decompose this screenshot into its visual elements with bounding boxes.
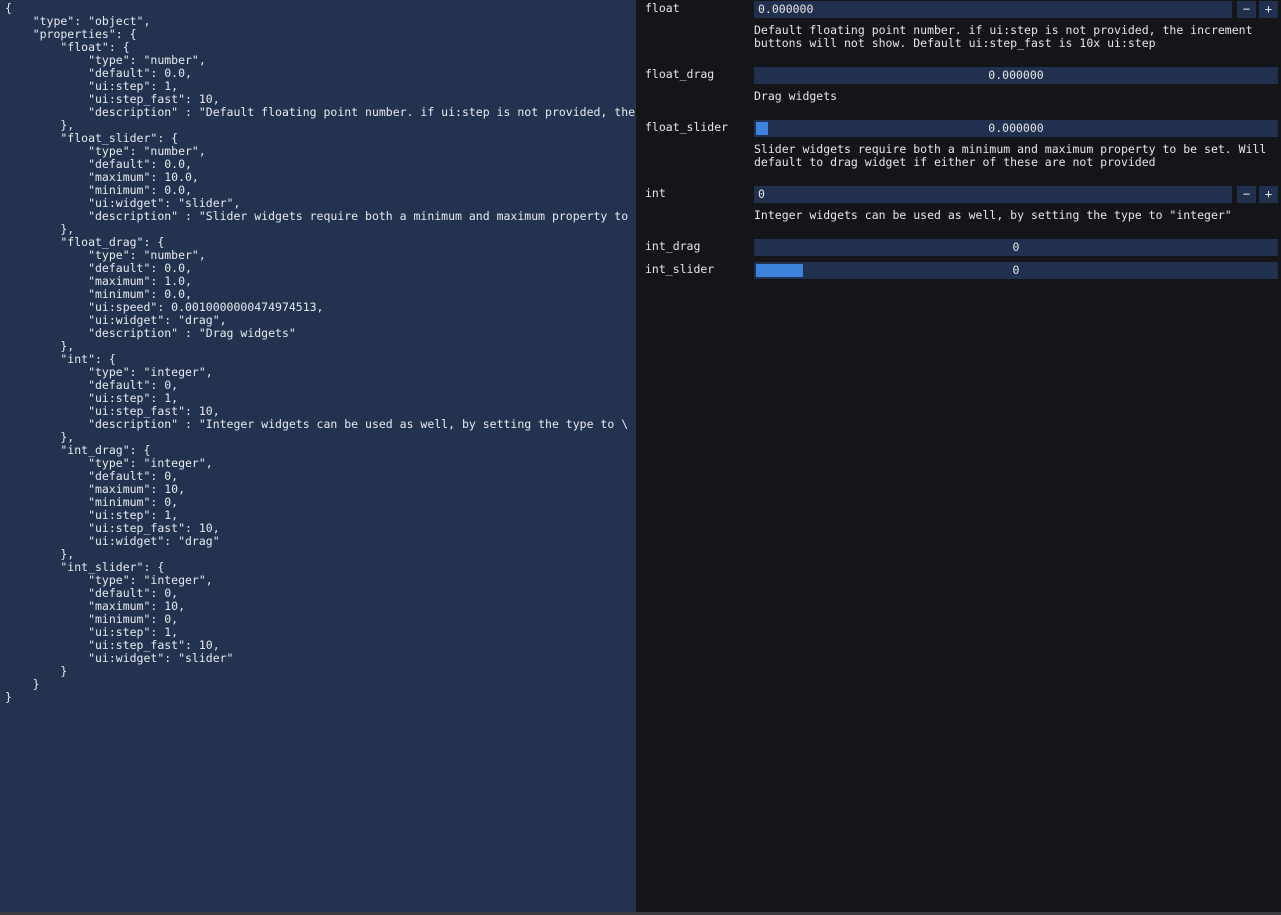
float-slider-widget[interactable]: 0.000000 (754, 120, 1278, 137)
float-slider-label: float_slider (645, 120, 729, 134)
int-drag-widget[interactable]: 0 (754, 239, 1278, 256)
code-line: "description" : "Integer widgets can be … (5, 417, 629, 431)
float-slider-value: 0.000000 (988, 121, 1044, 135)
float-slider-grab[interactable] (756, 122, 768, 135)
code-line: "description" : "Slider widgets require … (5, 209, 629, 223)
int-slider-label: int_slider (645, 262, 715, 276)
float-decrement-button[interactable]: − (1237, 1, 1256, 18)
int-drag-label: int_drag (645, 239, 701, 253)
float-label: float (645, 1, 680, 15)
float-drag-label: float_drag (645, 67, 715, 81)
int-slider-grab[interactable] (756, 264, 803, 277)
int-increment-button[interactable]: + (1259, 186, 1278, 203)
float-increment-button[interactable]: + (1259, 1, 1278, 18)
float-drag-description: Drag widgets (754, 89, 838, 103)
int-slider-widget[interactable]: 0 (754, 262, 1278, 279)
int-input[interactable]: 0 (754, 186, 1232, 203)
code-line: "description" : "Default floating point … (5, 105, 636, 119)
int-label: int (645, 186, 666, 200)
float-slider-description-line-2: default to drag widget if either of thes… (754, 155, 1156, 169)
float-description-line-2: buttons will not show. Default ui:step_f… (754, 36, 1156, 50)
int-slider-value: 0 (1012, 263, 1020, 277)
form-panel: float 0.000000 − + Default floating poin… (636, 0, 1281, 912)
json-editor[interactable]: { "type": "object", "properties": { "flo… (0, 0, 636, 912)
float-input[interactable]: 0.000000 (754, 1, 1232, 18)
int-decrement-button[interactable]: − (1237, 186, 1256, 203)
code-line: } (5, 690, 12, 704)
int-description: Integer widgets can be used as well, by … (754, 208, 1232, 222)
float-drag-widget[interactable]: 0.000000 (754, 67, 1278, 84)
